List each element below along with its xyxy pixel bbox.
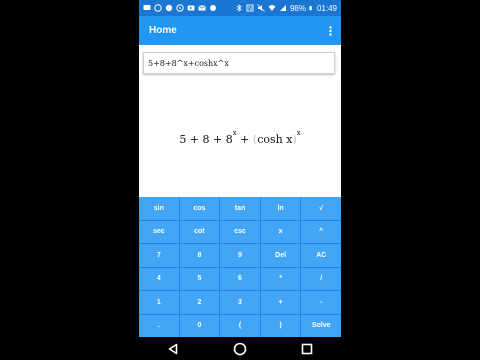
viber-icon [165,4,173,12]
key-csc[interactable]: csc [220,220,260,243]
page-title: Home [149,25,177,36]
key-4[interactable]: 4 [139,267,179,290]
recents-icon [302,343,313,354]
recents-button[interactable] [297,339,317,359]
clock: 01:49 [316,3,337,13]
notification-icons [139,4,217,12]
home-icon [233,342,247,355]
signal-icon [279,5,286,11]
mail-icon [198,5,206,11]
rendered-exponent-2: x [296,129,301,137]
system-icons: N 98% 01:49 [235,4,341,13]
key-1[interactable]: 1 [139,291,179,314]
key-delete[interactable]: Del [260,244,301,267]
key-x[interactable]: x [260,220,301,243]
more-icon [210,5,216,11]
key-8[interactable]: 8 [179,244,220,267]
key-minus[interactable]: - [301,291,341,314]
app-bar: Home [139,16,341,45]
key-power[interactable]: ^ [301,220,341,243]
rendered-plus: + [236,133,253,146]
key-all-clear[interactable]: AC [301,244,341,267]
phone-screen: N 98% 01:49 Home 5+8+8^x+coshx^x 5 + 8 +… [139,0,341,360]
key-divide[interactable]: / [301,267,341,290]
system-nav-bar [139,337,341,360]
key-3[interactable]: 3 [220,291,260,314]
key-0[interactable]: 0 [179,314,220,337]
key-7[interactable]: 7 [139,244,179,267]
back-icon [168,343,177,354]
rendered-prefix: 5 + 8 + 8 [179,133,233,146]
key-open-paren[interactable]: ( [220,314,260,337]
battery-percent: 98% [289,3,306,13]
key-sec[interactable]: sec [139,220,179,243]
back-button[interactable] [163,339,183,359]
nfc-icon: N [246,4,254,12]
overflow-menu-button[interactable] [323,21,337,41]
key-5[interactable]: 5 [179,267,220,290]
key-solve[interactable]: Solve [301,314,341,337]
rendered-expression: 5 + 8 + 8x + (cosh x)x [139,129,341,146]
key-cos[interactable]: cos [179,197,220,220]
status-bar: N 98% 01:49 [139,0,341,16]
whatsapp-icon [154,4,162,12]
key-plus[interactable]: + [260,291,301,314]
message-icon [143,5,151,10]
key-2[interactable]: 2 [179,291,220,314]
key-tan[interactable]: tan [220,197,260,220]
calculator-keypad: sin cos tan ln √ sec cot csc x ^ 7 8 9 D… [139,197,341,337]
youtube-icon [187,5,195,11]
key-sin[interactable]: sin [139,197,179,220]
key-close-paren[interactable]: ) [260,314,301,337]
mute-icon [257,4,265,12]
rendered-function: cosh x [257,133,293,146]
key-multiply[interactable]: * [260,267,301,290]
key-ln[interactable]: ln [260,197,301,220]
skype-icon [176,4,184,12]
key-sqrt[interactable]: √ [301,197,341,220]
expression-input[interactable]: 5+8+8^x+coshx^x [143,52,335,74]
key-decimal[interactable]: . [139,314,179,337]
home-button[interactable] [230,339,250,359]
key-9[interactable]: 9 [220,244,260,267]
key-cot[interactable]: cot [179,220,220,243]
bluetooth-icon [236,4,242,12]
expression-input-value: 5+8+8^x+coshx^x [148,58,229,68]
wifi-icon [268,5,276,11]
more-vert-icon [328,25,332,36]
key-6[interactable]: 6 [220,267,260,290]
expression-area: 5+8+8^x+coshx^x 5 + 8 + 8x + (cosh x)x [139,45,341,197]
battery-icon [309,6,312,11]
svg-text:N: N [248,6,252,12]
